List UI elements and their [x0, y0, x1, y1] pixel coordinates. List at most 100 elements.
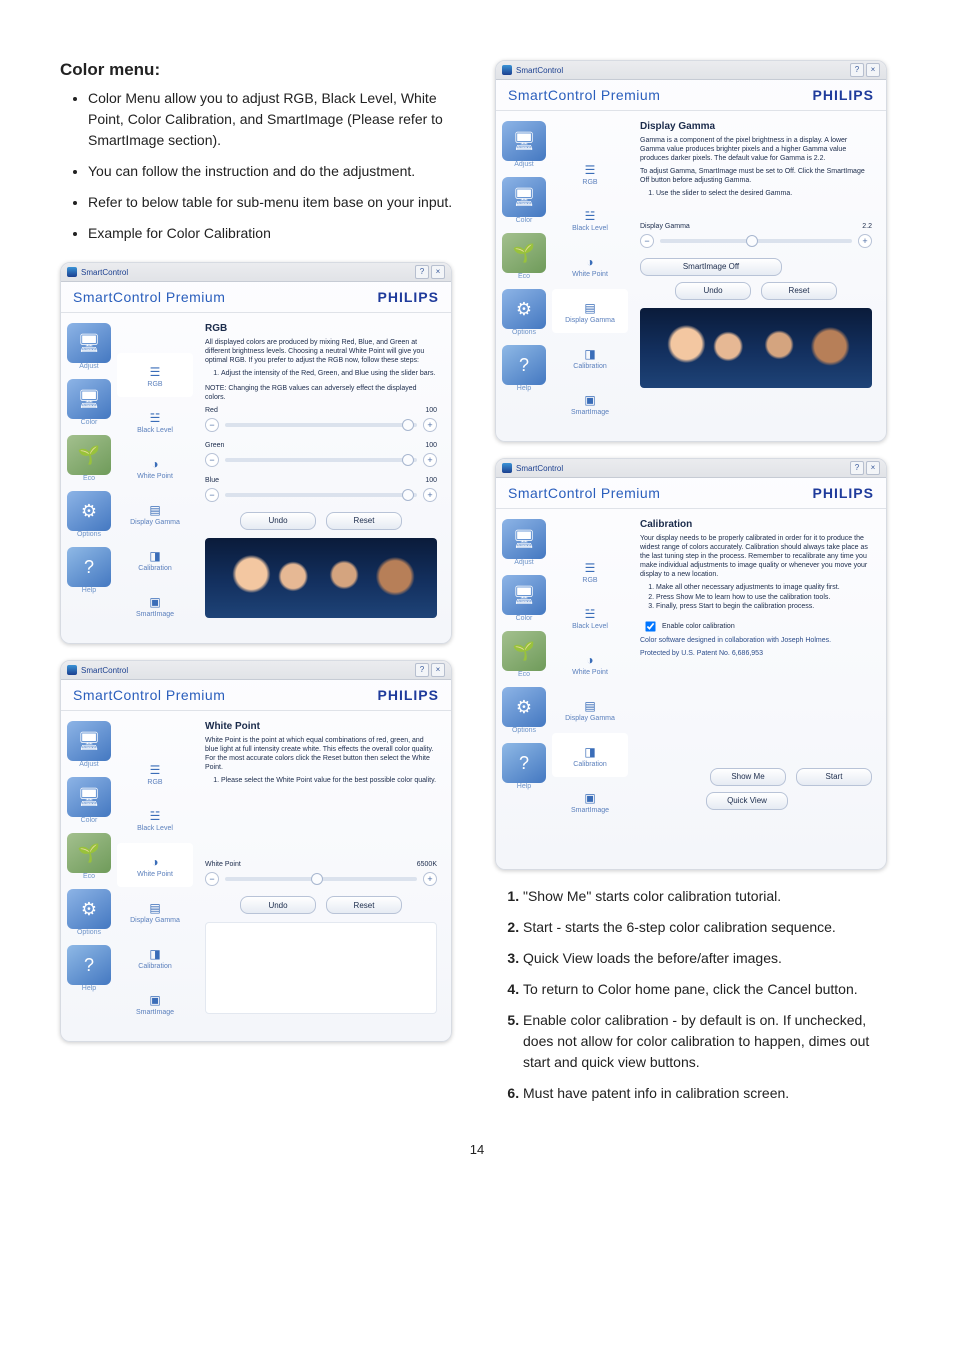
reset-button[interactable]: Reset — [761, 282, 837, 300]
sidebar-item-options[interactable]: ⚙Options — [496, 681, 552, 737]
sidebar-item-options[interactable]: ⚙Options — [61, 883, 117, 939]
sidebar-item-adjust[interactable]: 🖥Adjust — [496, 513, 552, 569]
window-titlebar: SmartControl ? × — [61, 661, 451, 680]
sidebar-item-options[interactable]: ⚙Options — [61, 485, 117, 541]
undo-button[interactable]: Undo — [240, 896, 316, 914]
sidebar-item-color[interactable]: 🖥Color — [61, 373, 117, 429]
slider-track[interactable] — [225, 493, 417, 497]
sidebar-item-color[interactable]: 🖥Color — [61, 771, 117, 827]
sidebar-icon: 🖥 — [502, 575, 546, 615]
close-button[interactable]: × — [866, 63, 880, 77]
submenu-icon: ◑ — [579, 253, 601, 271]
window-title: SmartControl — [516, 464, 563, 473]
sidebar-label: Options — [512, 329, 536, 336]
help-button[interactable]: ? — [415, 663, 429, 677]
submenu-icon: ☰ — [144, 761, 166, 779]
sidebar-item-adjust[interactable]: 🖥Adjust — [496, 115, 552, 171]
submenu-item-calibration[interactable]: ◨Calibration — [117, 537, 193, 581]
submenu-item-smartimage[interactable]: ▣SmartImage — [117, 981, 193, 1025]
submenu-item-black-level[interactable]: ☱Black Level — [552, 197, 628, 241]
slider-track[interactable] — [225, 458, 417, 462]
sidebar-item-adjust[interactable]: 🖥Adjust — [61, 317, 117, 373]
close-button[interactable]: × — [431, 663, 445, 677]
reset-button[interactable]: Reset — [326, 896, 402, 914]
sidebar-item-help[interactable]: ?Help — [61, 939, 117, 995]
sidebar-item-options[interactable]: ⚙Options — [496, 283, 552, 339]
submenu-item-calibration[interactable]: ◨Calibration — [117, 935, 193, 979]
help-button[interactable]: ? — [415, 265, 429, 279]
minus-button[interactable]: − — [205, 872, 219, 886]
help-button[interactable]: ? — [850, 461, 864, 475]
submenu-item-smartimage[interactable]: ▣SmartImage — [552, 779, 628, 823]
product-title: SmartControl Premium — [508, 87, 660, 103]
submenu-item-calibration[interactable]: ◨Calibration — [552, 335, 628, 379]
rgb-sliders: Red100−+Green100−+Blue100−+ — [205, 407, 437, 502]
sidebar-icon: 🖥 — [67, 323, 111, 363]
smartimage-off-button[interactable]: SmartImage Off — [640, 258, 782, 276]
sidebar-item-eco[interactable]: 🌱Eco — [496, 625, 552, 681]
submenu-label: White Point — [572, 271, 608, 278]
slider-track[interactable] — [225, 423, 417, 427]
content-title: Calibration — [640, 519, 872, 530]
submenu-item-rgb[interactable]: ☰RGB — [552, 549, 628, 593]
submenu-icon: ▤ — [579, 299, 601, 317]
sidebar-item-help[interactable]: ?Help — [496, 339, 552, 395]
minus-button[interactable]: − — [205, 418, 219, 432]
submenu-item-rgb[interactable]: ☰RGB — [117, 751, 193, 795]
sidebar-item-color[interactable]: 🖥Color — [496, 569, 552, 625]
close-button[interactable]: × — [431, 265, 445, 279]
quick-view-button[interactable]: Quick View — [706, 792, 788, 810]
enable-calibration-input[interactable] — [645, 621, 655, 631]
submenu-item-white-point[interactable]: ◑White Point — [552, 243, 628, 287]
minus-button[interactable]: − — [640, 234, 654, 248]
submenu-item-black-level[interactable]: ☱Black Level — [552, 595, 628, 639]
reset-button[interactable]: Reset — [326, 512, 402, 530]
undo-button[interactable]: Undo — [240, 512, 316, 530]
slider-track[interactable] — [660, 239, 852, 243]
sidebar-item-eco[interactable]: 🌱Eco — [496, 227, 552, 283]
minus-button[interactable]: − — [205, 453, 219, 467]
sidebar: 🖥Adjust🖥Color🌱Eco⚙Options?Help — [61, 711, 117, 1041]
sidebar-item-help[interactable]: ?Help — [496, 737, 552, 793]
plus-button[interactable]: + — [423, 872, 437, 886]
submenu-item-rgb[interactable]: ☰RGB — [552, 151, 628, 195]
minus-button[interactable]: − — [205, 488, 219, 502]
submenu-item-display-gamma[interactable]: ▤Display Gamma — [117, 491, 193, 535]
plus-button[interactable]: + — [423, 488, 437, 502]
sidebar-item-eco[interactable]: 🌱Eco — [61, 429, 117, 485]
sidebar-item-help[interactable]: ?Help — [61, 541, 117, 597]
show-me-button[interactable]: Show Me — [710, 768, 786, 786]
submenu-item-calibration[interactable]: ◨Calibration — [552, 733, 628, 777]
submenu-label: RGB — [147, 779, 162, 786]
sidebar-item-eco[interactable]: 🌱Eco — [61, 827, 117, 883]
submenu-icon: ☰ — [579, 559, 601, 577]
start-button[interactable]: Start — [796, 768, 872, 786]
submenu-item-white-point[interactable]: ◑White Point — [117, 445, 193, 489]
slider-track[interactable] — [225, 877, 417, 881]
submenu-item-black-level[interactable]: ☱Black Level — [117, 399, 193, 443]
submenu-item-display-gamma[interactable]: ▤Display Gamma — [552, 687, 628, 731]
plus-button[interactable]: + — [423, 418, 437, 432]
plus-button[interactable]: + — [423, 453, 437, 467]
submenu-item-rgb[interactable]: ☰RGB — [117, 353, 193, 397]
plus-button[interactable]: + — [858, 234, 872, 248]
submenu-item-display-gamma[interactable]: ▤Display Gamma — [552, 289, 628, 333]
submenu-item-display-gamma[interactable]: ▤Display Gamma — [117, 889, 193, 933]
screenshot-smartcontrol-whitepoint: SmartControl ? × SmartControl Premium PH… — [60, 660, 452, 1042]
submenu-item-smartimage[interactable]: ▣SmartImage — [552, 381, 628, 425]
ordered-item: Must have patent info in calibration scr… — [523, 1083, 894, 1104]
undo-button[interactable]: Undo — [675, 282, 751, 300]
ordered-item: "Show Me" starts color calibration tutor… — [523, 886, 894, 907]
slider-value: 2.2 — [862, 223, 872, 230]
submenu-item-white-point[interactable]: ◑White Point — [552, 641, 628, 685]
submenu-icon: ▤ — [144, 501, 166, 519]
help-button[interactable]: ? — [850, 63, 864, 77]
close-button[interactable]: × — [866, 461, 880, 475]
submenu-item-white-point[interactable]: ◑White Point — [117, 843, 193, 887]
submenu-item-black-level[interactable]: ☱Black Level — [117, 797, 193, 841]
enable-calibration-checkbox[interactable]: Enable color calibration — [640, 623, 735, 630]
sidebar-item-color[interactable]: 🖥Color — [496, 171, 552, 227]
submenu-item-smartimage[interactable]: ▣SmartImage — [117, 583, 193, 627]
sidebar-label: Color — [516, 217, 533, 224]
sidebar-item-adjust[interactable]: 🖥Adjust — [61, 715, 117, 771]
